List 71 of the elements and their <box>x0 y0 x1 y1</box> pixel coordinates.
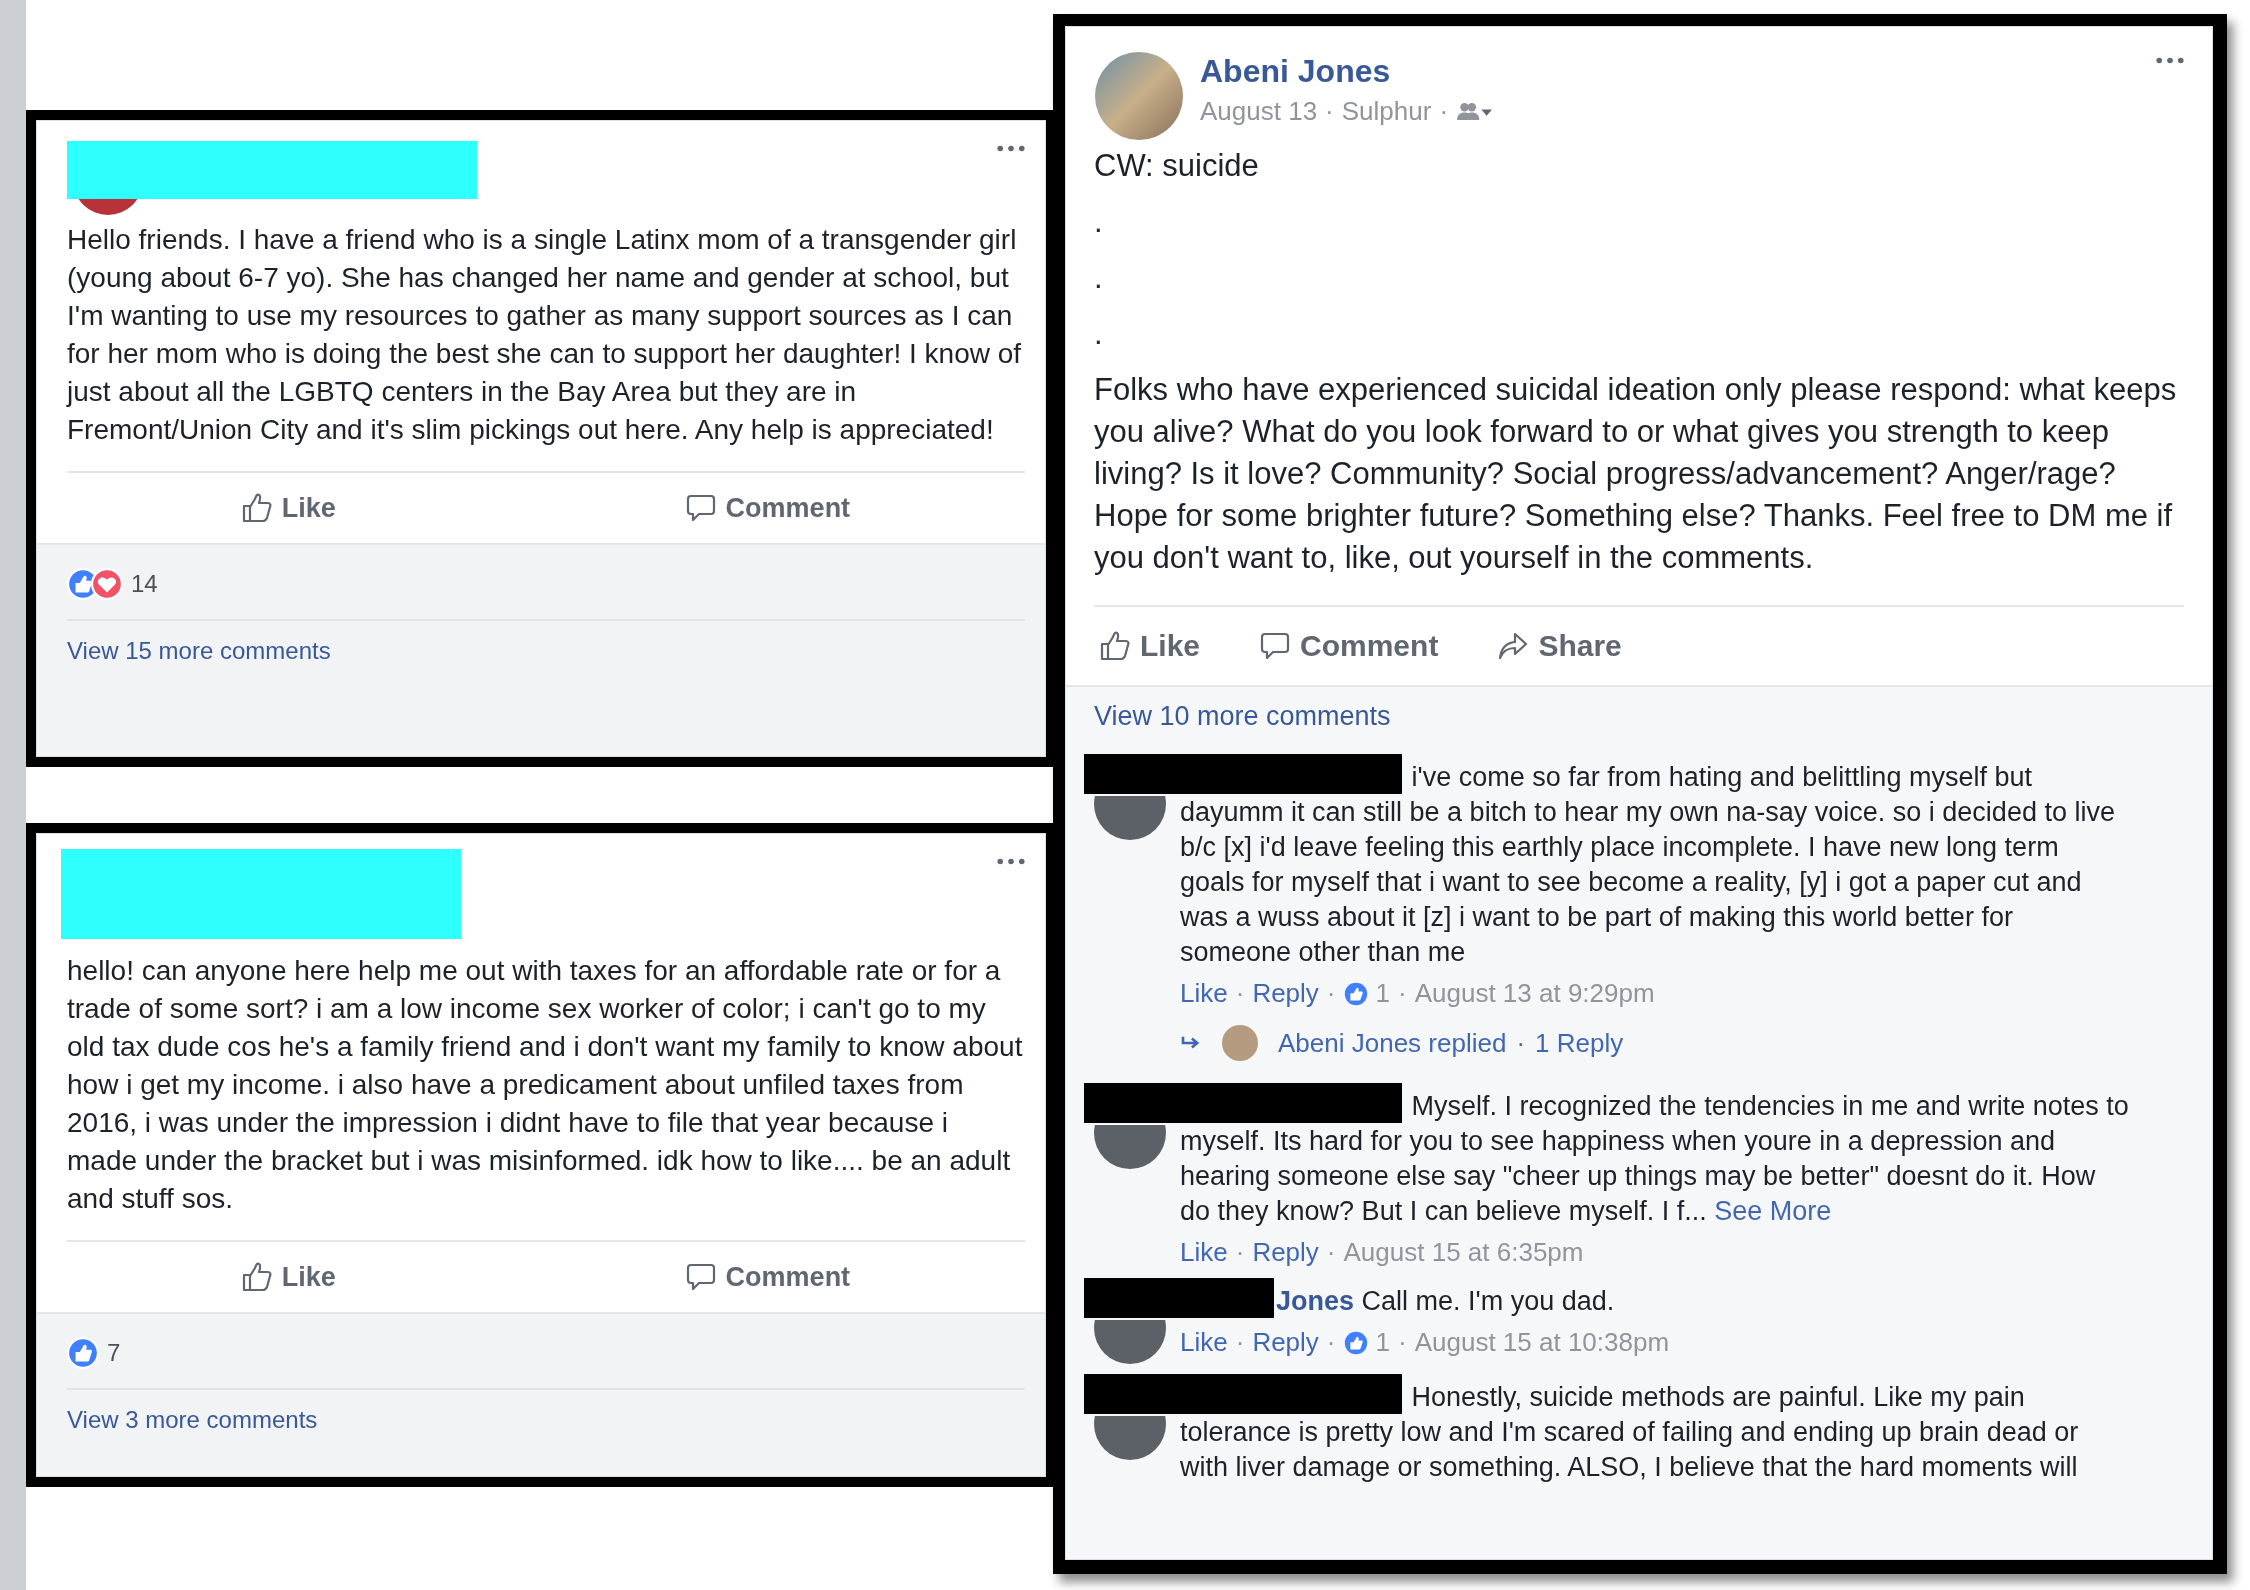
action-button[interactable]: Like <box>1094 625 1207 667</box>
thumbs-up-icon <box>241 493 272 523</box>
comment-action-link[interactable]: Like <box>1180 978 1228 1009</box>
post-text: . <box>1094 315 1104 353</box>
avatar[interactable] <box>1094 1320 1166 1364</box>
speech-bubble-icon <box>1260 631 1291 661</box>
action-button[interactable]: Share <box>1492 625 1628 667</box>
speech-bubble-icon <box>685 1262 716 1292</box>
see-more-link[interactable]: See More <box>1714 1196 1832 1226</box>
separator: · <box>1325 96 1334 127</box>
separator: · <box>1235 978 1245 1009</box>
replies-link[interactable]: Abeni Jones replied <box>1278 1027 1507 1059</box>
comment-text: Jones Call me. I'm you dad. <box>1180 1278 2130 1319</box>
action-button[interactable]: Like <box>235 488 342 528</box>
more-options-icon[interactable] <box>997 858 1025 865</box>
view-more-comments-link[interactable]: View 10 more comments <box>1094 701 1391 732</box>
separator: · <box>1235 1327 1245 1358</box>
more-options-icon[interactable] <box>997 145 1025 152</box>
separator: · <box>1439 96 1449 127</box>
separator: · <box>1398 1327 1407 1358</box>
post-text: hello! can anyone here help me out with taxes for an affordable rate or for a trade of some sort? i am a low income sex worker of color; i can't go to my old tax dude cos he's a family friend and i don't want my family to know about how i get my income. i also have a predicament about unfiled taxes from 2016, i was under the impression i didnt have to file that year because i made under the bracket but i was misinformed. idk how to like.... be an adult and stuff sos. <box>67 954 1024 1216</box>
location[interactable]: Sulphur <box>1341 96 1432 127</box>
post-text: Hello friends. I have a friend who is a single Latinx mom of a transgender girl (young about 6-7 yo). She has changed her name and gender at school, but I'm wanting to use my resources to gather as many support sources as I can for her mom who is doing the best she can to support her daughter! I know of just about all the LGBTQ centers in the Bay Area but they are in Fremont/Union City and it's slim pickings out here. Any help is appreciated! <box>67 223 1023 447</box>
separator: · <box>1326 1327 1336 1358</box>
like-count[interactable]: 1 <box>1375 978 1390 1009</box>
friends-icon[interactable] <box>1456 102 1493 121</box>
separator: · <box>1516 1027 1526 1059</box>
action-button[interactable]: Comment <box>679 1257 857 1297</box>
like-count[interactable]: 1 <box>1375 1327 1390 1358</box>
commenter-name[interactable]: Jones <box>1276 1286 1355 1316</box>
thumbs-up-icon <box>241 1262 272 1292</box>
comment-action-link[interactable]: Like <box>1180 1237 1228 1268</box>
more-options-icon[interactable] <box>2156 57 2184 64</box>
post-text: . <box>1094 203 1104 241</box>
replies-link[interactable]: 1 Reply <box>1535 1027 1624 1059</box>
action-button[interactable]: Comment <box>679 488 857 528</box>
post-date[interactable]: August 13 <box>1200 96 1318 127</box>
separator: · <box>1326 1237 1336 1268</box>
post-text: Folks who have experienced suicidal ideation only please respond: what keeps you alive? What do you look forward to or what gives you strength to keep living? Is it love? Community? Social progress/advancement? Anger/rage? Hope for some brighter future? Something else? Thanks. Feel free to DM me if you don't want to, like, out yourself in the comments. <box>1094 371 2178 577</box>
like-reaction-icon <box>1343 1330 1368 1355</box>
speech-bubble-icon <box>685 493 716 523</box>
avatar[interactable] <box>1094 51 1184 141</box>
comment-action-link[interactable]: Reply <box>1252 1327 1319 1358</box>
comment-time[interactable]: August 13 at 9:29pm <box>1414 978 1655 1009</box>
reply-arrow-icon <box>1180 1035 1202 1051</box>
comment-time[interactable]: August 15 at 6:35pm <box>1343 1237 1584 1268</box>
view-more-comments-link[interactable]: View 3 more comments <box>67 1406 318 1434</box>
reaction-count[interactable]: 7 <box>107 1339 121 1367</box>
separator: · <box>1235 1237 1245 1268</box>
avatar[interactable] <box>1094 796 1166 840</box>
comment-time[interactable]: August 15 at 10:38pm <box>1414 1327 1670 1358</box>
separator: · <box>1398 978 1407 1009</box>
share-arrow-icon <box>1498 631 1529 661</box>
author-name[interactable]: Abeni Jones <box>1200 53 1493 90</box>
comment-text: i've come so far from hating and belittling myself but dayumm it can still be a bitch to hear my own na-say voice. so i decided to live b/c [x] i'd leave feeling this earthly place incomplete. I have new long term goals for myself that i want to see become a reality, [y] i got a paper cut and was a wuss about it [z] i want to be part of making this world better for someone other than me <box>1180 754 2130 970</box>
avatar[interactable] <box>1094 1125 1166 1169</box>
thumbs-up-icon <box>1100 631 1130 661</box>
comment-action-link[interactable]: Reply <box>1252 1237 1319 1268</box>
avatar[interactable] <box>1094 1416 1166 1460</box>
reaction-count[interactable]: 14 <box>131 570 158 598</box>
separator: · <box>1326 978 1336 1009</box>
comment-text: Myself. I recognized the tendencies in me and write notes to myself. Its hard for you to see happiness when youre in a depression and hearing someone else say "cheer up things may be better" doesnt do it. How do they know? But I can believe myself. I f... See More <box>1180 1083 2130 1229</box>
comment-action-link[interactable]: Like <box>1180 1327 1228 1358</box>
post-text: . <box>1094 259 1104 297</box>
post-text: CW: suicide <box>1094 147 1260 185</box>
action-button[interactable]: Comment <box>1254 625 1445 667</box>
view-more-comments-link[interactable]: View 15 more comments <box>67 637 331 665</box>
like-reaction-icon <box>1343 981 1368 1006</box>
comment-text: Honestly, suicide methods are painful. Like my pain tolerance is pretty low and I'm scared of failing and ending up brain dead or with liver damage or something. ALSO, I believe that the hard moments will <box>1180 1374 2130 1485</box>
action-button[interactable]: Like <box>235 1257 342 1297</box>
comment-action-link[interactable]: Reply <box>1252 978 1319 1009</box>
